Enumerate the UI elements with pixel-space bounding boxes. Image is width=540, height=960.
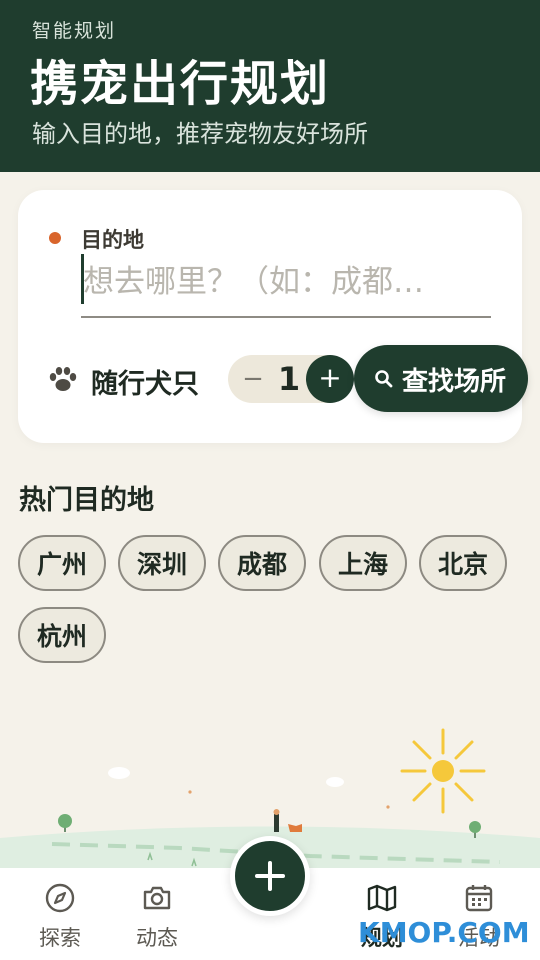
pet-count-stepper: − 1 +	[228, 355, 354, 403]
increment-button[interactable]: +	[306, 355, 354, 403]
pets-label: 随行犬只	[91, 369, 199, 400]
popular-destinations-title: 热门目的地	[19, 485, 154, 516]
city-chip-beijing[interactable]: 北京	[419, 535, 507, 591]
page-subtitle: 输入目的地，推荐宠物友好场所	[32, 120, 368, 148]
pet-count-value: 1	[277, 360, 301, 398]
destination-input[interactable]	[81, 252, 491, 312]
nav-label-explore: 探索	[39, 926, 81, 950]
calendar-icon	[465, 885, 493, 912]
sun-icon	[400, 728, 486, 814]
watermark-logo: KMOP.COM	[358, 916, 530, 949]
find-places-button[interactable]: 查找场所	[354, 345, 528, 412]
nav-item-feed[interactable]: 动态	[112, 868, 202, 960]
nav-label-feed: 动态	[136, 926, 178, 950]
destination-field[interactable]	[81, 252, 491, 318]
camera-icon	[143, 886, 171, 910]
find-places-label: 查找场所	[402, 367, 507, 397]
city-chip-guangzhou[interactable]: 广州	[18, 535, 106, 591]
paw-icon	[49, 367, 77, 391]
watermark-text: KMOP.COM	[358, 916, 530, 949]
city-chip-shanghai[interactable]: 上海	[319, 535, 407, 591]
nav-item-explore[interactable]: 探索	[15, 868, 105, 960]
header-kicker: 智能规划	[32, 20, 117, 42]
plus-icon	[255, 861, 285, 891]
city-chip-hangzhou[interactable]: 杭州	[18, 607, 106, 663]
page-title: 携宠出行规划	[30, 56, 331, 112]
search-icon	[375, 370, 393, 388]
decrement-button[interactable]: −	[238, 361, 268, 397]
planner-card: 目的地 随行犬只 − 1 + 查找场所	[18, 190, 528, 443]
city-chip-shenzhen[interactable]: 深圳	[118, 535, 206, 591]
city-chip-chengdu[interactable]: 成都	[218, 535, 306, 591]
compass-icon	[45, 883, 75, 913]
header-banner: 智能规划 携宠出行规划 输入目的地，推荐宠物友好场所	[0, 0, 540, 172]
destination-dot-icon	[49, 232, 61, 244]
map-icon	[367, 884, 397, 912]
destination-label: 目的地	[81, 228, 144, 252]
add-fab-button[interactable]	[230, 836, 310, 916]
